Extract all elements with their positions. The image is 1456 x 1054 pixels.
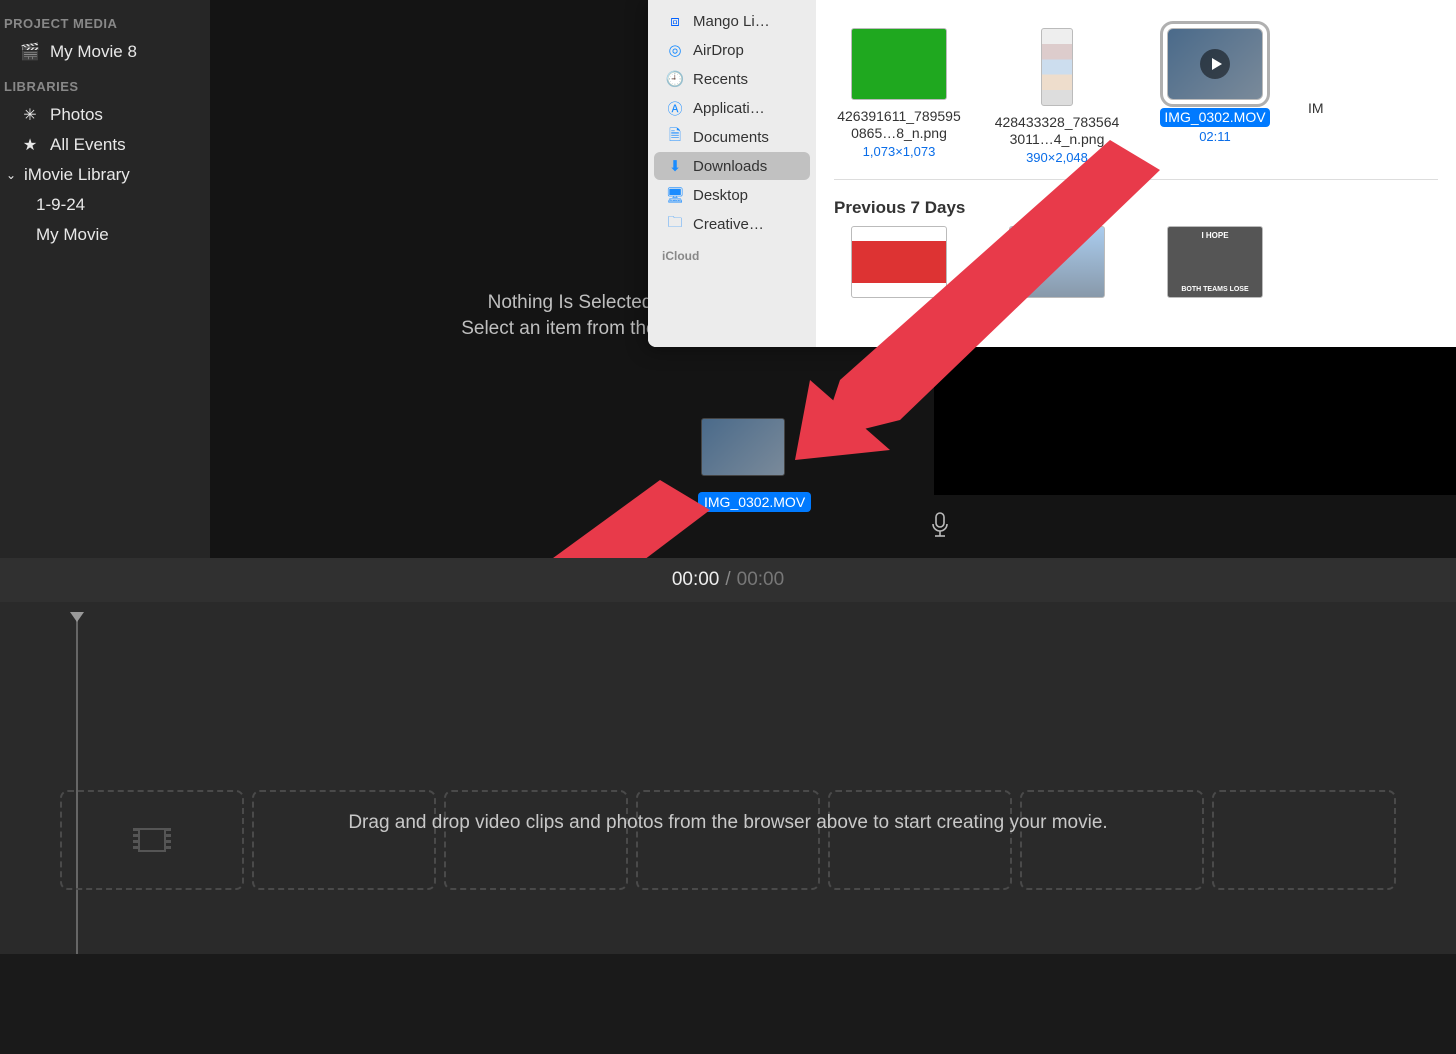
file-item[interactable]: I HOPEBOTH TEAMS LOSE — [1150, 226, 1280, 306]
finder-recents[interactable]: 🕘Recents — [654, 65, 810, 93]
library-sub-2[interactable]: My Movie — [0, 220, 210, 250]
time-display-bar: 00:00 / 00:00 — [0, 558, 1456, 602]
star-icon: ★ — [20, 135, 40, 155]
timeline-slot[interactable] — [444, 790, 628, 890]
file-thumbnail — [1041, 28, 1073, 106]
project-media-header: PROJECT MEDIA — [0, 10, 210, 37]
timeline-slot[interactable] — [1212, 790, 1396, 890]
file-item[interactable]: 428433328_7835643011…4_n.png 390×2,048 — [992, 28, 1122, 165]
timeline-slot[interactable] — [60, 790, 244, 890]
current-time: 00:00 — [672, 569, 720, 591]
icloud-header: iCloud — [648, 239, 816, 267]
finder-airdrop[interactable]: ◎AirDrop — [654, 36, 810, 64]
airdrop-icon: ◎ — [666, 41, 684, 59]
photos-label: Photos — [50, 105, 103, 125]
file-item[interactable] — [992, 226, 1122, 306]
file-name: 428433328_7835643011…4_n.png — [992, 114, 1122, 148]
finder-sidebar: ⧈Mango Li… ◎AirDrop 🕘Recents ⒶApplicati…… — [648, 0, 816, 347]
file-name: IM — [1308, 100, 1328, 117]
total-time: 00:00 — [737, 569, 785, 591]
time-separator: / — [725, 569, 730, 591]
file-item[interactable]: 426391611_7895950865…8_n.png 1,073×1,073 — [834, 28, 964, 165]
project-sidebar: PROJECT MEDIA 🎬 My Movie 8 LIBRARIES ✳︎ … — [0, 0, 210, 558]
dropbox-icon: ⧈ — [666, 12, 684, 30]
libraries-header: LIBRARIES — [0, 73, 210, 100]
document-icon: 🗎 — [666, 128, 684, 146]
finder-creative[interactable]: 🗀Creative… — [654, 210, 810, 238]
folder-icon: 🗀 — [666, 215, 684, 233]
microphone-icon[interactable] — [930, 512, 950, 544]
timeline-placeholder-row[interactable] — [60, 790, 1456, 890]
previous-7-days-header: Previous 7 Days — [834, 184, 1438, 226]
file-dimensions: 1,073×1,073 — [834, 144, 964, 159]
file-item-overflow[interactable]: IM — [1308, 28, 1328, 165]
clock-icon: 🕘 — [666, 70, 684, 88]
all-events-item[interactable]: ★ All Events — [0, 130, 210, 160]
clapboard-icon: 🎬 — [20, 42, 40, 62]
library-sub-1[interactable]: 1-9-24 — [0, 190, 210, 220]
desktop-icon: 🖥 — [666, 186, 684, 204]
finder-window[interactable]: ⧈Mango Li… ◎AirDrop 🕘Recents ⒶApplicati…… — [648, 0, 1456, 347]
finder-desktop[interactable]: 🖥Desktop — [654, 181, 810, 209]
file-thumbnail: I HOPEBOTH TEAMS LOSE — [1167, 226, 1263, 298]
drag-label: IMG_0302.MOV — [698, 492, 811, 512]
file-thumbnail — [1009, 226, 1105, 298]
photos-item[interactable]: ✳︎ Photos — [0, 100, 210, 130]
file-thumbnail — [851, 226, 947, 298]
imovie-library-item[interactable]: ⌄ iMovie Library — [0, 160, 210, 190]
my-movie-label: My Movie 8 — [50, 42, 137, 62]
file-item-selected[interactable]: IMG_0302.MOV 02:11 — [1150, 28, 1280, 165]
playhead[interactable] — [76, 614, 78, 954]
drag-proxy[interactable]: IMG_0302.MOV — [698, 418, 788, 512]
finder-dropbox[interactable]: ⧈Mango Li… — [654, 7, 810, 35]
file-name: 426391611_7895950865…8_n.png — [834, 108, 964, 142]
apps-icon: Ⓐ — [666, 99, 684, 117]
play-icon — [1200, 49, 1230, 79]
file-duration: 02:11 — [1150, 129, 1280, 144]
timeline-slot[interactable] — [1020, 790, 1204, 890]
drag-thumbnail — [701, 418, 785, 476]
photos-icon: ✳︎ — [20, 105, 40, 125]
download-icon: ⬇ — [666, 157, 684, 175]
finder-downloads[interactable]: ⬇Downloads — [654, 152, 810, 180]
preview-panel — [934, 347, 1456, 495]
file-thumbnail — [851, 28, 947, 100]
timeline-slot[interactable] — [252, 790, 436, 890]
imovie-library-label: iMovie Library — [24, 165, 130, 185]
chevron-down-icon: ⌄ — [6, 168, 20, 182]
file-dimensions: 390×2,048 — [992, 150, 1122, 165]
timeline-slot[interactable] — [828, 790, 1012, 890]
file-thumbnail — [1167, 28, 1263, 100]
all-events-label: All Events — [50, 135, 126, 155]
file-item[interactable] — [834, 226, 964, 306]
timeline-slot[interactable] — [636, 790, 820, 890]
finder-documents[interactable]: 🗎Documents — [654, 123, 810, 151]
timeline[interactable]: Drag and drop video clips and photos fro… — [0, 602, 1456, 954]
finder-applications[interactable]: ⒶApplicati… — [654, 94, 810, 122]
finder-content[interactable]: 426391611_7895950865…8_n.png 1,073×1,073… — [816, 0, 1456, 347]
file-name: IMG_0302.MOV — [1160, 108, 1269, 127]
my-movie-item[interactable]: 🎬 My Movie 8 — [0, 37, 210, 67]
timeline-drop-hint: Drag and drop video clips and photos fro… — [0, 812, 1456, 834]
